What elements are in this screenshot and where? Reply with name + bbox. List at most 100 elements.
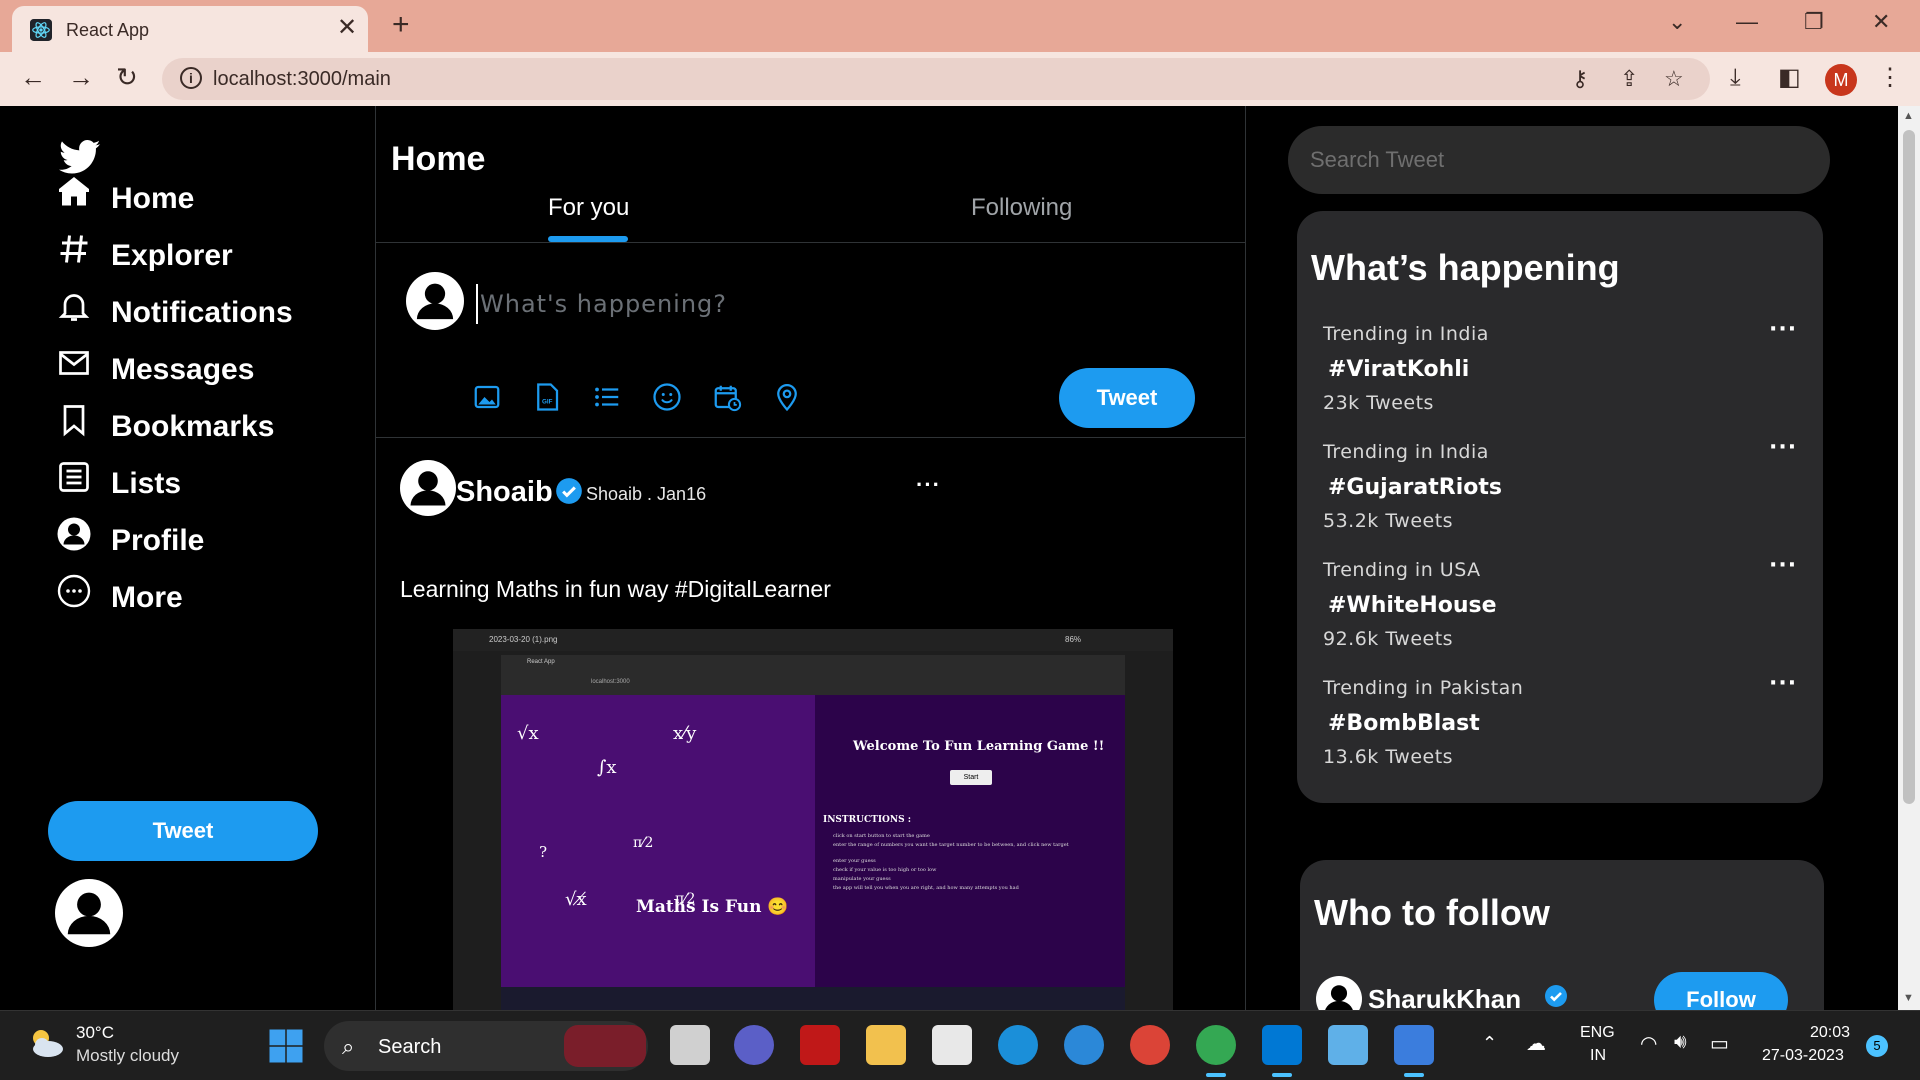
mcafee-icon[interactable] bbox=[800, 1025, 840, 1065]
trend-more-icon[interactable]: ··· bbox=[1769, 435, 1797, 460]
paint-icon[interactable] bbox=[1394, 1025, 1434, 1077]
reload-icon[interactable]: ↻ bbox=[116, 62, 138, 92]
compose-avatar-icon bbox=[406, 272, 464, 330]
tab-following[interactable]: Following bbox=[971, 194, 1072, 222]
region-indicator[interactable]: IN bbox=[1590, 1047, 1606, 1065]
tab-close-icon[interactable]: ✕ bbox=[337, 16, 357, 40]
close-window-button[interactable]: ✕ bbox=[1872, 8, 1890, 36]
clock-date[interactable]: 27-03-2023 bbox=[1762, 1047, 1844, 1065]
onedrive-cloud-icon[interactable]: ☁ bbox=[1526, 1031, 1546, 1056]
notification-badge[interactable]: 5 bbox=[1866, 1035, 1888, 1057]
compose-tweet-button[interactable]: Tweet bbox=[1059, 368, 1195, 428]
scroll-up-arrow-icon[interactable]: ▲ bbox=[1903, 110, 1914, 122]
site-info-icon[interactable]: i bbox=[180, 67, 202, 89]
new-tab-button[interactable]: + bbox=[392, 10, 410, 40]
tab-for-you[interactable]: For you bbox=[548, 194, 629, 222]
page-scrollbar[interactable]: ▲ ▼ bbox=[1898, 106, 1920, 1010]
download-icon[interactable]: ⤓ bbox=[1730, 65, 1741, 91]
notepad-icon[interactable] bbox=[1328, 1025, 1368, 1065]
instruction-line: check if your value is too high or too l… bbox=[833, 867, 937, 873]
gif-icon[interactable]: GIF bbox=[532, 382, 562, 412]
get-help-icon[interactable] bbox=[1064, 1025, 1104, 1065]
profile-avatar[interactable]: M bbox=[1825, 64, 1857, 96]
cloudy-weather-icon[interactable] bbox=[26, 1025, 66, 1059]
post-avatar-icon[interactable] bbox=[400, 460, 456, 516]
share-icon[interactable]: ⇪ bbox=[1620, 68, 1638, 90]
instruction-line: manipulate your guess bbox=[833, 876, 891, 882]
battery-icon[interactable]: ▭ bbox=[1710, 1031, 1729, 1056]
sidebar-tweet-button[interactable]: Tweet bbox=[48, 801, 318, 861]
divider bbox=[376, 437, 1246, 438]
kebab-menu-icon[interactable]: ⋮ bbox=[1878, 65, 1902, 91]
show-hidden-icons-icon[interactable]: ⌃ bbox=[1482, 1033, 1497, 1054]
post-more-icon[interactable]: ··· bbox=[916, 472, 941, 498]
divider bbox=[376, 242, 1246, 243]
post-image[interactable]: 2023-03-20 (1).png 86% React App localho… bbox=[453, 629, 1173, 1010]
forward-arrow-icon[interactable]: → bbox=[68, 62, 94, 92]
search-input[interactable] bbox=[1288, 126, 1830, 194]
poll-list-icon[interactable] bbox=[592, 382, 622, 412]
teams-chat-icon[interactable] bbox=[734, 1025, 774, 1065]
taskbar-search[interactable]: ⌕ Search bbox=[324, 1021, 648, 1071]
sidebar-item-label: Notifications bbox=[111, 296, 293, 329]
twitter-bird-icon[interactable] bbox=[56, 136, 104, 178]
follow-button[interactable]: Follow bbox=[1654, 972, 1788, 1010]
sidebar-item-label: Lists bbox=[111, 467, 182, 500]
edge-icon[interactable] bbox=[998, 1025, 1038, 1065]
post-text: Learning Maths in fun way #DigitalLearne… bbox=[400, 576, 831, 602]
address-bar[interactable]: i localhost:3000/main ⚷ ⇪ ☆ bbox=[162, 58, 1710, 100]
back-arrow-icon[interactable]: ← bbox=[20, 62, 46, 92]
chrome-profile-icon[interactable] bbox=[1196, 1025, 1236, 1077]
weather-temperature[interactable]: 30°C bbox=[76, 1023, 114, 1043]
home-icon bbox=[59, 177, 89, 206]
scroll-down-arrow-icon[interactable]: ▼ bbox=[1903, 992, 1914, 1004]
clock-time[interactable]: 20:03 bbox=[1810, 1024, 1850, 1042]
sidebar-item-label: Home bbox=[111, 182, 195, 215]
location-icon[interactable] bbox=[772, 382, 802, 412]
microsoft-store-icon[interactable] bbox=[932, 1025, 972, 1065]
follow-avatar-icon[interactable] bbox=[1316, 976, 1362, 1010]
key-icon[interactable]: ⚷ bbox=[1572, 68, 1588, 90]
restore-button[interactable]: ❐ bbox=[1804, 8, 1824, 36]
trend-more-icon[interactable]: ··· bbox=[1769, 317, 1797, 342]
weather-description[interactable]: Mostly cloudy bbox=[76, 1046, 179, 1066]
schedule-icon[interactable] bbox=[712, 382, 742, 412]
volume-icon[interactable]: 🔊︎ bbox=[1674, 1031, 1687, 1054]
task-view-icon[interactable] bbox=[670, 1025, 710, 1065]
hashtag-icon bbox=[60, 235, 88, 263]
user-avatar-icon[interactable] bbox=[55, 879, 123, 947]
trend-item[interactable]: Trending in USA #WhiteHouse 92.6k Tweets… bbox=[1323, 553, 1803, 669]
chrome-icon[interactable] bbox=[1130, 1025, 1170, 1065]
browser-tab[interactable]: React App ✕ bbox=[12, 6, 368, 52]
side-panel-icon[interactable]: ◧ bbox=[1778, 65, 1801, 91]
language-indicator[interactable]: ENG bbox=[1580, 1024, 1615, 1042]
embedded-browser-bar: React App localhost:3000 bbox=[501, 655, 1125, 695]
trend-item[interactable]: Trending in India #GujaratRiots 53.2k Tw… bbox=[1323, 435, 1803, 551]
trend-hashtag[interactable]: #ViratKohli bbox=[1328, 357, 1469, 382]
trend-hashtag[interactable]: #GujaratRiots bbox=[1328, 475, 1502, 500]
trend-more-icon[interactable]: ··· bbox=[1769, 671, 1797, 696]
browser-tab-strip: React App ✕ + ⌄ — ❐ ✕ bbox=[0, 0, 1920, 52]
minimize-button[interactable]: — bbox=[1736, 8, 1758, 36]
scrollbar-thumb[interactable] bbox=[1903, 130, 1915, 804]
trend-item[interactable]: Trending in Pakistan #BombBlast 13.6k Tw… bbox=[1323, 671, 1803, 787]
file-explorer-icon[interactable] bbox=[866, 1025, 906, 1065]
image-icon[interactable] bbox=[472, 382, 502, 412]
star-icon[interactable]: ☆ bbox=[1664, 68, 1684, 90]
sidebar-item-label: Profile bbox=[111, 524, 205, 557]
compose-input[interactable] bbox=[476, 284, 1176, 324]
emoji-icon[interactable] bbox=[652, 382, 682, 412]
trend-more-icon[interactable]: ··· bbox=[1769, 553, 1797, 578]
address-url[interactable]: localhost:3000/main bbox=[213, 68, 391, 91]
page-title: Home bbox=[391, 140, 486, 178]
post-author-name[interactable]: Shoaib bbox=[456, 476, 553, 509]
vscode-icon[interactable] bbox=[1262, 1025, 1302, 1077]
follow-user-name[interactable]: SharukKhan bbox=[1368, 984, 1521, 1010]
tab-search-icon[interactable]: ⌄ bbox=[1668, 8, 1686, 36]
trend-hashtag[interactable]: #BombBlast bbox=[1328, 711, 1480, 736]
trend-item[interactable]: Trending in India #ViratKohli 23k Tweets… bbox=[1323, 317, 1803, 433]
windows-start-icon[interactable] bbox=[268, 1028, 304, 1064]
wifi-icon[interactable]: ◠ bbox=[1640, 1031, 1657, 1056]
trend-hashtag[interactable]: #WhiteHouse bbox=[1328, 593, 1497, 618]
embedded-taskbar bbox=[501, 987, 1125, 1010]
